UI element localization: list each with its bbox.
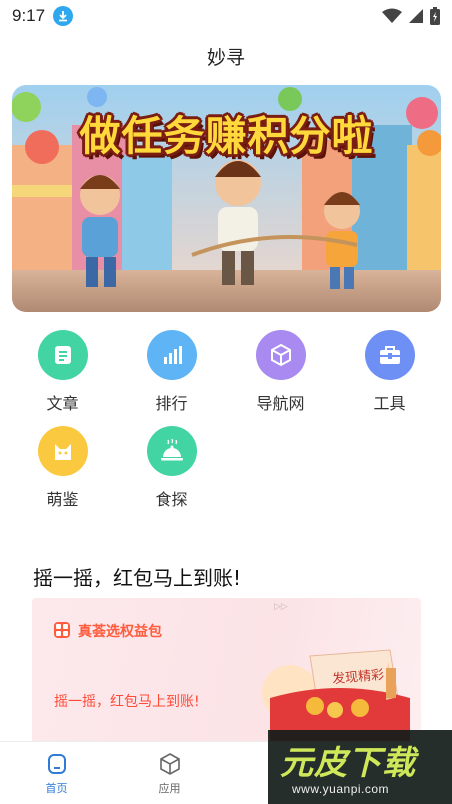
promo-heading: 摇一摇，红包马上到账! — [33, 566, 242, 590]
banner[interactable]: 做任务赚积分啦 — [12, 85, 441, 312]
cube-icon — [159, 753, 180, 775]
play-arrows-icon: ▷▷ — [274, 602, 288, 612]
red-envelope-icon — [262, 649, 410, 743]
cube-icon — [255, 330, 306, 380]
grid-item-tools[interactable]: 工具 — [335, 330, 444, 426]
watermark-url: www.yuanpi.com — [292, 782, 390, 796]
status-bar: 9:17 — [0, 0, 452, 32]
article-icon — [37, 330, 88, 380]
nav-item-home[interactable]: 首页 — [0, 742, 113, 804]
grid-item-article[interactable]: 文章 — [8, 330, 117, 426]
nav-item-apps[interactable]: 应用 — [113, 742, 226, 804]
grid-item-pets[interactable]: 萌鉴 — [8, 426, 117, 522]
banner-headline: 做任务赚积分啦 — [79, 112, 374, 160]
watermark: 元皮下载 www.yuanpi.com — [268, 730, 452, 804]
grid-item-navigation[interactable]: 导航网 — [226, 330, 335, 426]
grid-item-label: 食探 — [155, 490, 188, 509]
bar-chart-icon — [146, 330, 197, 380]
signal-icon — [409, 9, 423, 23]
battery-icon — [430, 7, 440, 25]
grid-item-label: 文章 — [46, 394, 79, 413]
nav-label: 应用 — [158, 782, 181, 795]
wifi-icon — [382, 8, 402, 23]
grid-item-label: 工具 — [373, 394, 406, 413]
grid-logo-icon — [54, 622, 70, 638]
page-title: 妙寻 — [206, 47, 245, 69]
promo-text: 摇一摇，红包马上到账! — [54, 694, 200, 710]
home-icon — [47, 754, 66, 774]
download-icon — [53, 6, 74, 26]
status-time: 9:17 — [12, 6, 46, 25]
nav-label: 首页 — [45, 782, 68, 795]
toolbox-icon — [364, 330, 415, 380]
promo-brand: 真荟选权益包 — [78, 624, 162, 640]
grid-item-food[interactable]: 食探 — [117, 426, 226, 522]
promo-card[interactable]: ▷▷ 真荟选权益包 摇一摇，红包马上到账! 发现精彩 — [32, 598, 421, 743]
grid-item-ranking[interactable]: 排行 — [117, 330, 226, 426]
watermark-logo: 元皮下载 — [280, 743, 416, 782]
cat-icon — [37, 426, 88, 476]
grid-item-label: 萌鉴 — [46, 490, 79, 509]
feature-grid: 文章 排行 导航网 工具 萌鉴 食探 — [8, 330, 444, 522]
grid-item-label: 导航网 — [256, 394, 305, 413]
food-cloche-icon — [146, 426, 197, 476]
grid-item-label: 排行 — [155, 394, 188, 413]
